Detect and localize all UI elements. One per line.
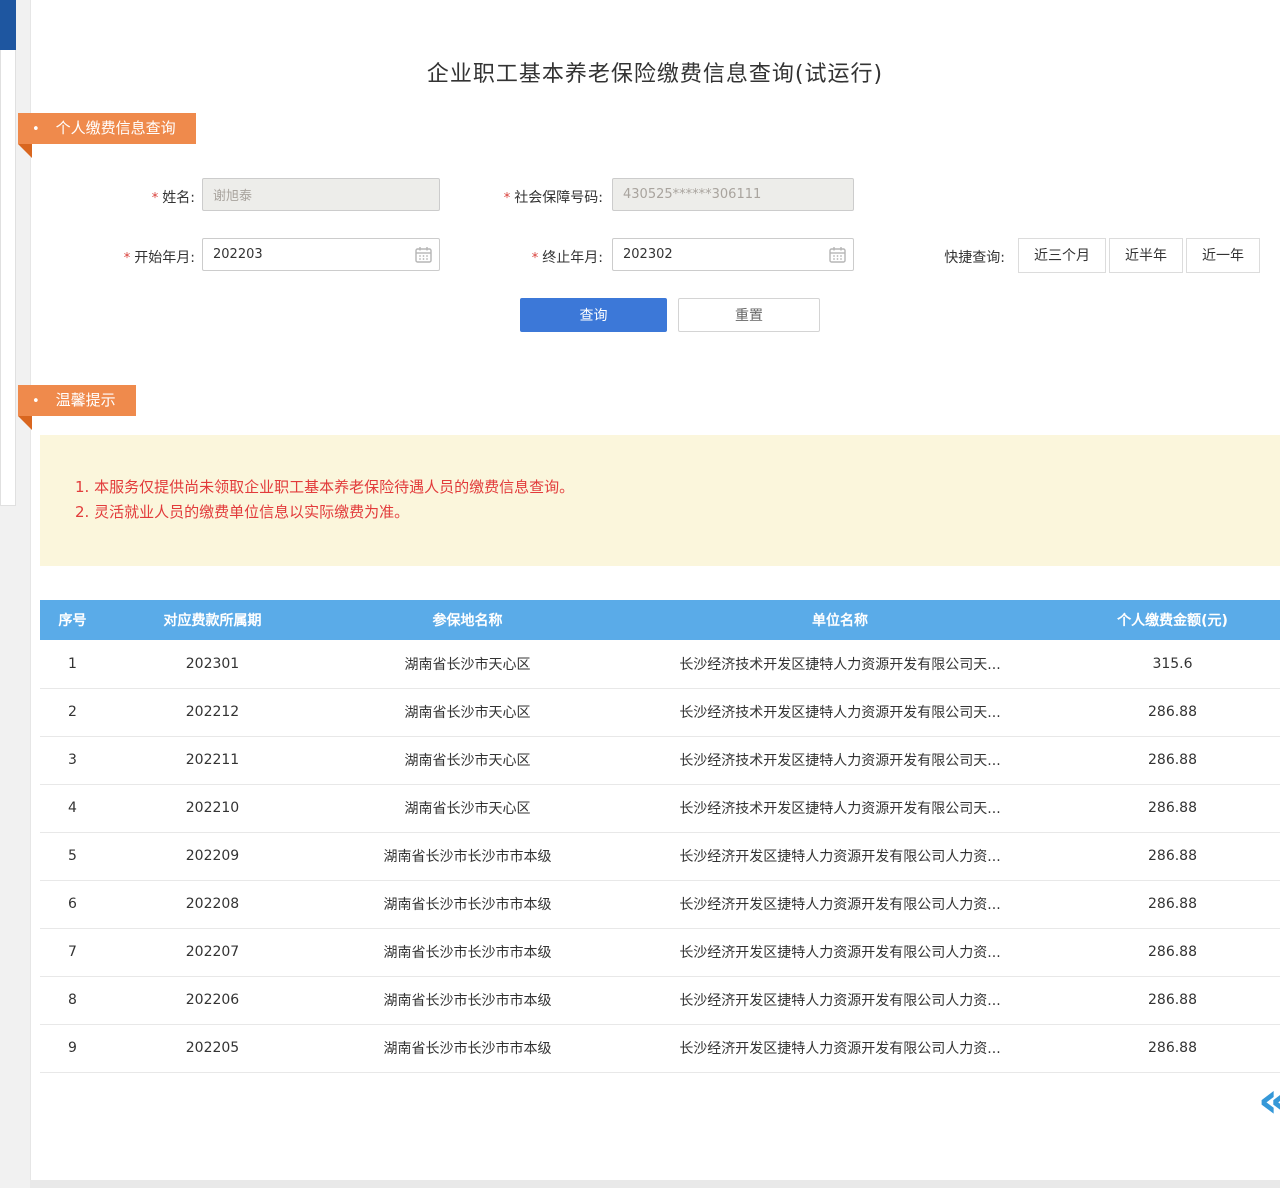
section-badge-label: 温馨提示 — [56, 391, 116, 409]
table-header-row: 序号 对应费款所属期 参保地名称 单位名称 个人缴费金额(元) — [40, 600, 1280, 640]
payment-records-table: 序号 对应费款所属期 参保地名称 单位名称 个人缴费金额(元) 1202301湖… — [40, 600, 1280, 1073]
end-month-field-label: *终止年月: — [440, 247, 603, 267]
required-asterisk: * — [532, 251, 539, 266]
table-row: 9202205湖南省长沙市长沙市市本级长沙经济开发区捷特人力资源开发有限公司人力… — [40, 1024, 1280, 1072]
col-header-seq: 序号 — [40, 600, 105, 640]
start-month-field-label: *开始年月: — [60, 247, 195, 267]
badge-bullet-icon: • — [32, 114, 40, 145]
table-row: 3202211湖南省长沙市天心区长沙经济技术开发区捷特人力资源开发有限公司天..… — [40, 736, 1280, 784]
start-month-input[interactable] — [202, 238, 440, 271]
end-month-input[interactable] — [612, 238, 854, 271]
quick-query-last-3-months-button[interactable]: 近三个月 — [1018, 238, 1106, 273]
social-security-number-input[interactable] — [612, 178, 854, 211]
page-title: 企业职工基本养老保险缴费信息查询(试运行) — [30, 56, 1280, 88]
sidebar-blue-tab[interactable] — [0, 0, 16, 50]
query-button[interactable]: 查询 — [520, 298, 667, 332]
calendar-icon[interactable] — [415, 246, 432, 263]
table-row: 6202208湖南省长沙市长沙市市本级长沙经济开发区捷特人力资源开发有限公司人力… — [40, 880, 1280, 928]
table-row: 4202210湖南省长沙市天心区长沙经济技术开发区捷特人力资源开发有限公司天..… — [40, 784, 1280, 832]
col-header-insured-place: 参保地名称 — [320, 600, 615, 640]
bottom-scrollbar-track[interactable] — [30, 1180, 1280, 1188]
calendar-icon[interactable] — [829, 246, 846, 263]
badge-bullet-icon: • — [32, 386, 40, 417]
collapse-panel-chevron-icon[interactable]: « — [1258, 1078, 1280, 1122]
required-asterisk: * — [504, 191, 511, 206]
col-header-amount: 个人缴费金额(元) — [1065, 600, 1280, 640]
quick-query-label: 快捷查询: — [905, 247, 1005, 267]
col-header-period: 对应费款所属期 — [105, 600, 320, 640]
tips-notice-box: 1. 本服务仅提供尚未领取企业职工基本养老保险待遇人员的缴费信息查询。 2. 灵… — [40, 435, 1280, 566]
ssn-field-label: *社会保障号码: — [440, 187, 603, 207]
name-field-label: *姓名: — [60, 187, 195, 207]
tip-line: 2. 灵活就业人员的缴费单位信息以实际缴费为准。 — [75, 500, 1260, 525]
reset-button[interactable]: 重置 — [678, 298, 820, 332]
badge-fold-decoration — [18, 416, 32, 430]
required-asterisk: * — [152, 191, 159, 206]
quick-query-button-group: 近三个月 近半年 近一年 — [1018, 238, 1260, 273]
table-row: 7202207湖南省长沙市长沙市市本级长沙经济开发区捷特人力资源开发有限公司人力… — [40, 928, 1280, 976]
section-badge-label: 个人缴费信息查询 — [56, 119, 176, 137]
table-row: 1202301湖南省长沙市天心区长沙经济技术开发区捷特人力资源开发有限公司天..… — [40, 640, 1280, 688]
name-input[interactable] — [202, 178, 440, 211]
table-row: 2202212湖南省长沙市天心区长沙经济技术开发区捷特人力资源开发有限公司天..… — [40, 688, 1280, 736]
required-asterisk: * — [124, 251, 131, 266]
section-badge-personal-query: • 个人缴费信息查询 — [18, 113, 196, 144]
quick-query-last-year-button[interactable]: 近一年 — [1186, 238, 1260, 273]
table-row: 5202209湖南省长沙市长沙市市本级长沙经济开发区捷特人力资源开发有限公司人力… — [40, 832, 1280, 880]
table-row: 8202206湖南省长沙市长沙市市本级长沙经济开发区捷特人力资源开发有限公司人力… — [40, 976, 1280, 1024]
tip-line: 1. 本服务仅提供尚未领取企业职工基本养老保险待遇人员的缴费信息查询。 — [75, 475, 1260, 500]
badge-fold-decoration — [18, 144, 32, 158]
collapsed-sidebar — [0, 0, 16, 506]
section-badge-tips: • 温馨提示 — [18, 385, 136, 416]
quick-query-last-half-year-button[interactable]: 近半年 — [1109, 238, 1183, 273]
col-header-employer: 单位名称 — [615, 600, 1065, 640]
